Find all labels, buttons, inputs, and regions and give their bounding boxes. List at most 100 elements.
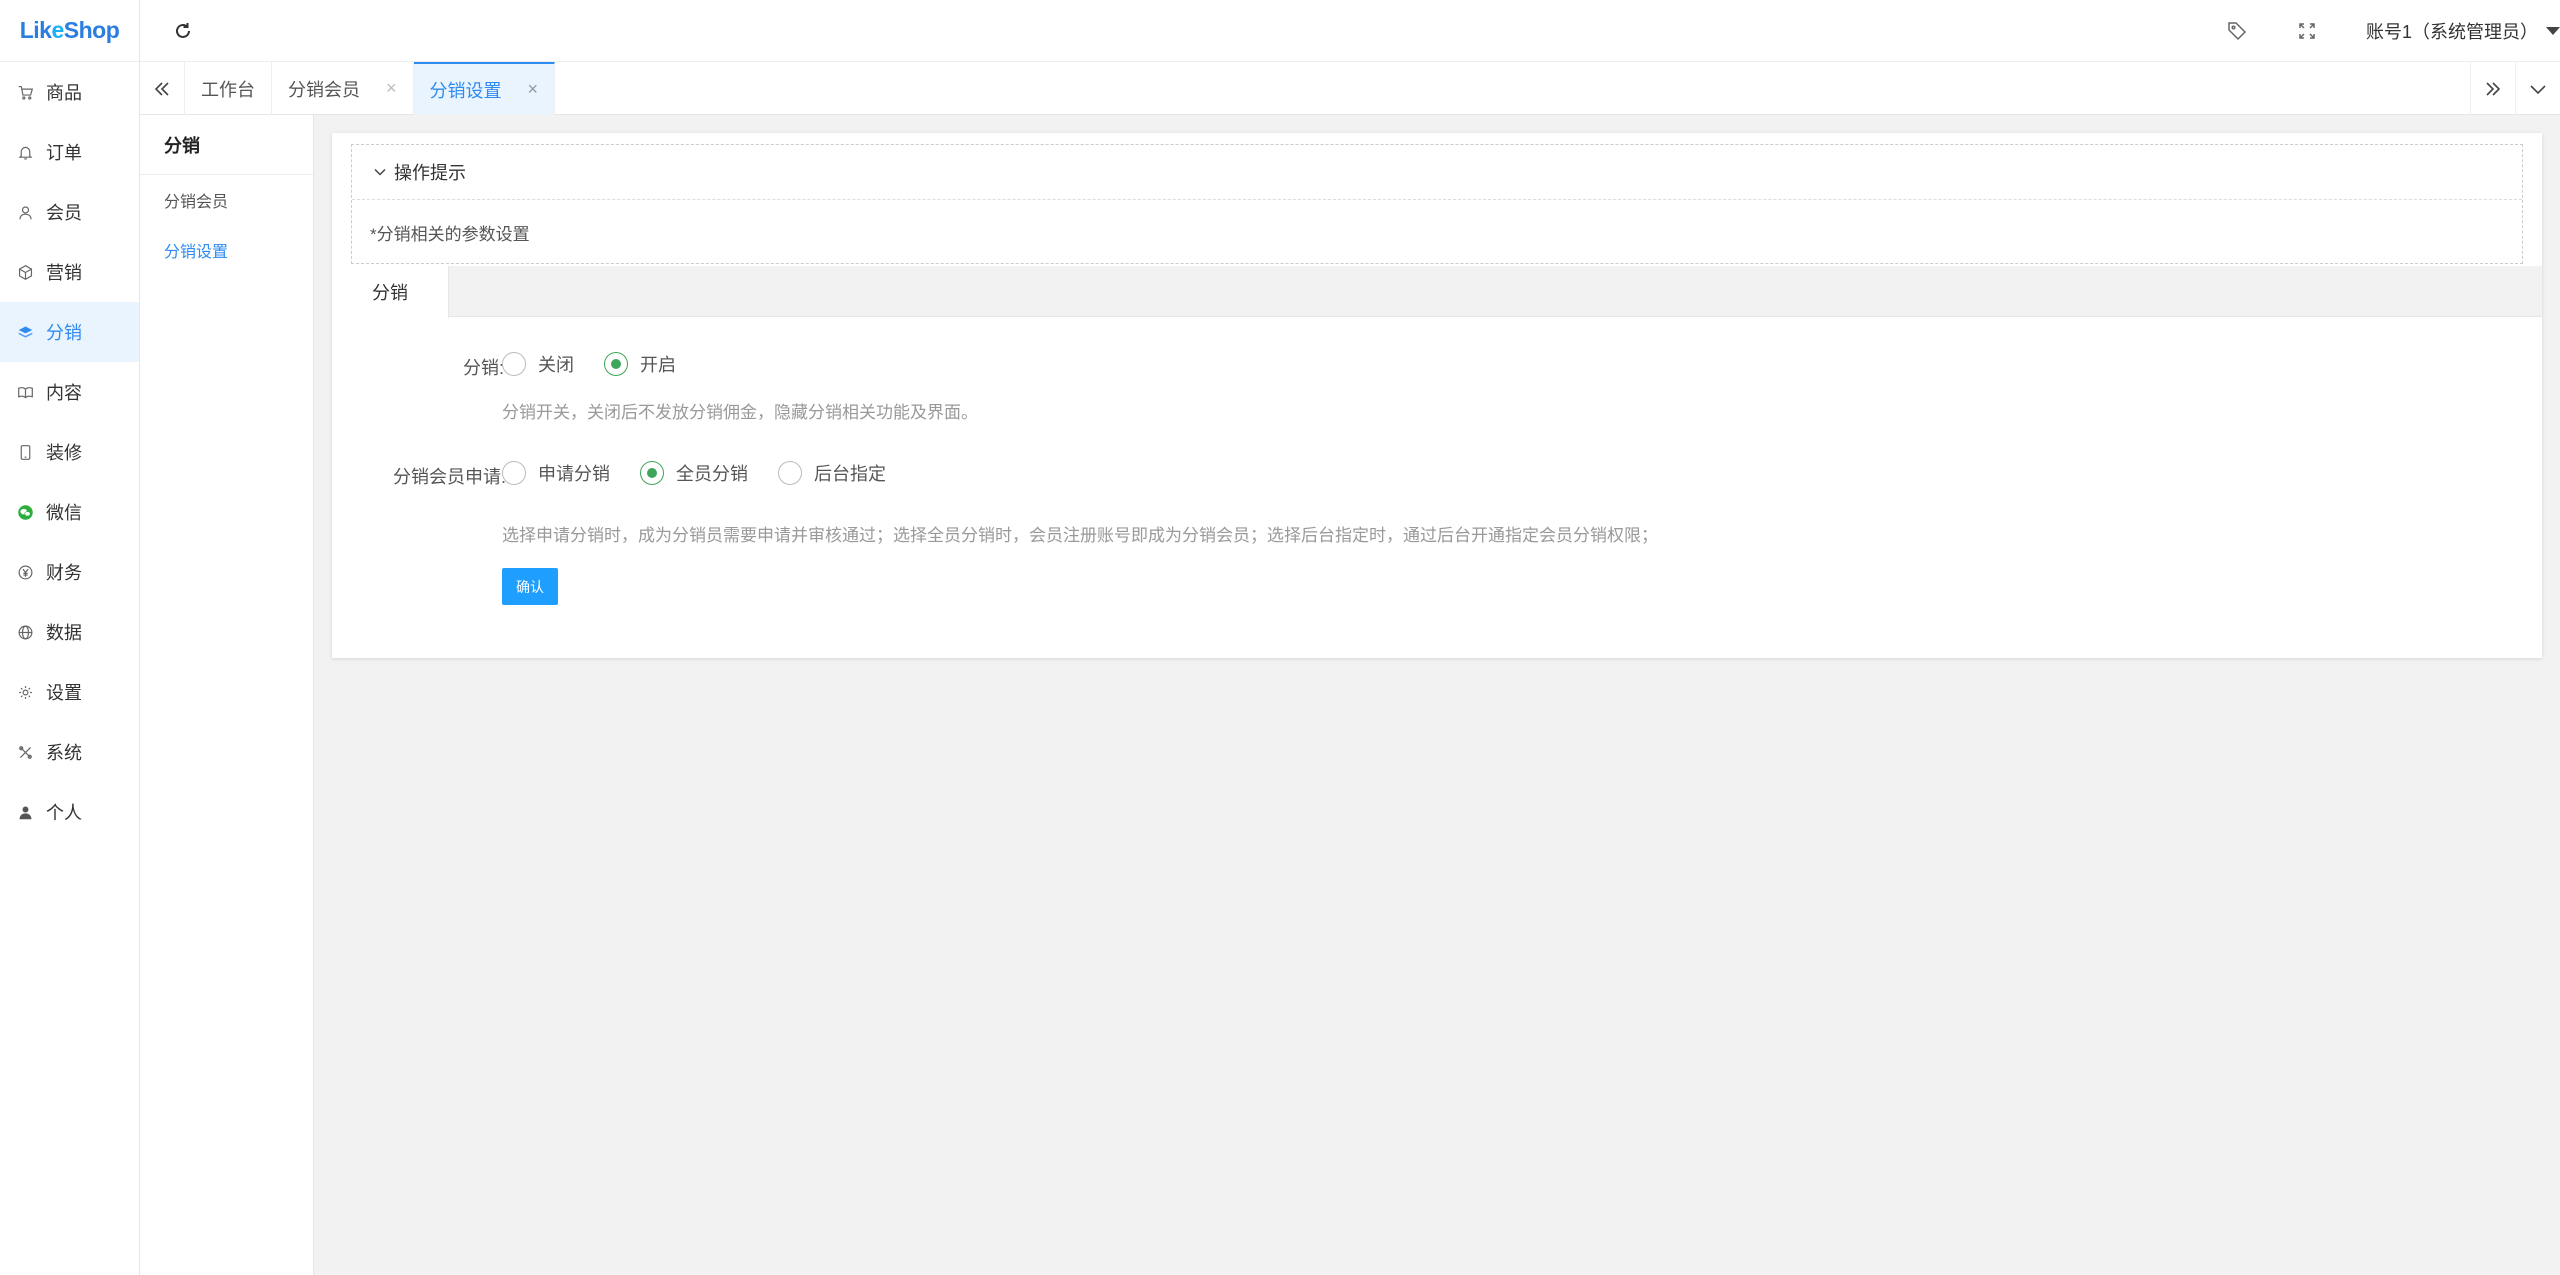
radio-off[interactable]: 关闭 bbox=[502, 351, 574, 377]
logo-text-2: e bbox=[51, 17, 64, 43]
radio-circle bbox=[640, 461, 664, 485]
tabs-next-button[interactable] bbox=[2470, 62, 2515, 115]
refresh-icon[interactable] bbox=[172, 20, 194, 42]
sidebar-item-label: 微信 bbox=[46, 503, 82, 523]
sidebar-item-members[interactable]: 会员 bbox=[0, 182, 139, 242]
sidebar-item-system[interactable]: 系统 bbox=[0, 722, 139, 782]
tab-distribution[interactable]: 分销 bbox=[332, 266, 449, 318]
sidebar-item-label: 营销 bbox=[46, 263, 82, 283]
yen-icon bbox=[16, 563, 34, 581]
distribution-hint: 分销开关，关闭后不发放分销佣金，隐藏分销相关功能及界面。 bbox=[502, 403, 978, 422]
radio-circle bbox=[502, 352, 526, 376]
person-icon bbox=[16, 803, 34, 821]
radio-circle bbox=[778, 461, 802, 485]
radio-label: 开启 bbox=[640, 355, 676, 375]
tabs-menu-button[interactable] bbox=[2515, 62, 2560, 115]
sub-sidebar-title: 分销 bbox=[140, 115, 313, 175]
distribution-label: 分销: bbox=[462, 358, 504, 378]
sidebar-item-orders[interactable]: 订单 bbox=[0, 122, 139, 182]
sidebar-item-label: 财务 bbox=[46, 563, 82, 583]
book-icon bbox=[16, 383, 34, 401]
chevron-down-icon bbox=[374, 168, 386, 176]
phone-icon bbox=[16, 443, 34, 461]
account-menu[interactable]: 账号1（系统管理员） bbox=[2366, 18, 2560, 44]
sidebar-item-goods[interactable]: 商品 bbox=[0, 62, 139, 122]
sidebar-item-label: 订单 bbox=[46, 143, 82, 163]
bell-icon bbox=[16, 143, 34, 161]
apply-hint: 选择申请分销时，成为分销员需要申请并审核通过；选择全员分销时，会员注册账号即成为… bbox=[502, 526, 1658, 545]
radio-circle bbox=[502, 461, 526, 485]
caret-down-icon bbox=[2546, 27, 2560, 35]
tips-title: 操作提示 bbox=[394, 163, 466, 183]
sidebar-item-finance[interactable]: 财务 bbox=[0, 542, 139, 602]
tab-bar: 工作台 分销会员 × 分销设置 × bbox=[140, 62, 2560, 115]
sidebar-item-marketing[interactable]: 营销 bbox=[0, 242, 139, 302]
subnav-item-label: 分销设置 bbox=[164, 244, 229, 261]
main-sidebar: LikeShop 商品 订单 会员 营销 分销 内容 装修 微信 财务 数据 bbox=[0, 0, 140, 1275]
sidebar-item-wechat[interactable]: 微信 bbox=[0, 482, 139, 542]
radio-label: 后台指定 bbox=[814, 464, 886, 484]
tab-label: 工作台 bbox=[201, 79, 255, 100]
radio-label: 关闭 bbox=[538, 355, 574, 375]
cube-icon bbox=[16, 263, 34, 281]
settings-card: 操作提示 *分销相关的参数设置 分销 分销: 关闭 开启 分销开关，关闭后不发放… bbox=[332, 133, 2542, 658]
cart-icon bbox=[16, 83, 34, 101]
sidebar-item-label: 装修 bbox=[46, 443, 82, 463]
subnav-item-label: 分销会员 bbox=[164, 194, 229, 211]
wechat-icon bbox=[16, 503, 34, 521]
radio-label: 申请分销 bbox=[538, 464, 610, 484]
tab-distribution-settings[interactable]: 分销设置 × bbox=[413, 62, 556, 115]
radio-on[interactable]: 开启 bbox=[604, 351, 676, 377]
double-chevron-left-icon bbox=[154, 81, 169, 96]
tab-label: 分销会员 bbox=[288, 79, 360, 100]
sidebar-item-settings[interactable]: 设置 bbox=[0, 662, 139, 722]
radio-circle bbox=[604, 352, 628, 376]
sidebar-item-label: 内容 bbox=[46, 383, 82, 403]
subnav-item-distribution-members[interactable]: 分销会员 bbox=[140, 175, 313, 225]
sidebar-item-label: 设置 bbox=[46, 683, 82, 703]
tag-icon[interactable] bbox=[2226, 20, 2248, 42]
logo[interactable]: Lik e Shop bbox=[0, 0, 139, 62]
subnav-item-distribution-settings[interactable]: 分销设置 bbox=[140, 225, 313, 275]
user-icon bbox=[16, 203, 34, 221]
sidebar-item-data[interactable]: 数据 bbox=[0, 602, 139, 662]
sidebar-item-distribution[interactable]: 分销 bbox=[0, 302, 139, 362]
logo-text-1: Lik bbox=[19, 17, 52, 43]
close-icon[interactable]: × bbox=[386, 78, 397, 99]
sidebar-item-label: 商品 bbox=[46, 83, 82, 103]
confirm-button[interactable]: 确认 bbox=[502, 568, 558, 605]
close-icon[interactable]: × bbox=[528, 79, 539, 100]
fullscreen-icon[interactable] bbox=[2297, 21, 2317, 41]
logo-text-3: Shop bbox=[63, 17, 120, 43]
tab-distribution-members[interactable]: 分销会员 × bbox=[272, 62, 414, 115]
sidebar-item-personal[interactable]: 个人 bbox=[0, 782, 139, 842]
gear-icon bbox=[16, 683, 34, 701]
radio-all[interactable]: 全员分销 bbox=[640, 460, 748, 486]
tab-label: 分销设置 bbox=[429, 80, 502, 101]
tips-body: *分销相关的参数设置 bbox=[370, 224, 530, 244]
sidebar-item-label: 个人 bbox=[46, 803, 82, 823]
sidebar-item-label: 会员 bbox=[46, 203, 82, 223]
account-name: 账号1（系统管理员） bbox=[2366, 22, 2539, 42]
sidebar-item-label: 分销 bbox=[46, 323, 82, 343]
tools-icon bbox=[16, 743, 34, 761]
sidebar-item-content[interactable]: 内容 bbox=[0, 362, 139, 422]
sidebar-item-label: 系统 bbox=[46, 743, 82, 763]
apply-radio-group: 申请分销 全员分销 后台指定 bbox=[502, 460, 916, 486]
sidebar-item-label: 数据 bbox=[46, 623, 82, 643]
tips-header[interactable]: 操作提示 bbox=[352, 145, 2522, 200]
sidebar-item-decoration[interactable]: 装修 bbox=[0, 422, 139, 482]
tabs-prev-button[interactable] bbox=[140, 62, 185, 115]
apply-label: 分销会员申请: bbox=[392, 467, 506, 487]
distribution-radio-group: 关闭 开启 bbox=[502, 351, 706, 377]
tab-workbench[interactable]: 工作台 bbox=[185, 62, 272, 115]
radio-apply[interactable]: 申请分销 bbox=[502, 460, 610, 486]
radio-admin[interactable]: 后台指定 bbox=[778, 460, 886, 486]
layers-icon bbox=[16, 323, 34, 341]
content-tabs: 分销 bbox=[332, 266, 2542, 318]
radio-label: 全员分销 bbox=[676, 464, 748, 484]
tips-panel: 操作提示 *分销相关的参数设置 bbox=[351, 144, 2523, 264]
tabs: 工作台 分销会员 × 分销设置 × bbox=[185, 62, 556, 115]
globe-icon bbox=[16, 623, 34, 641]
top-header: 账号1（系统管理员） bbox=[140, 0, 2560, 62]
